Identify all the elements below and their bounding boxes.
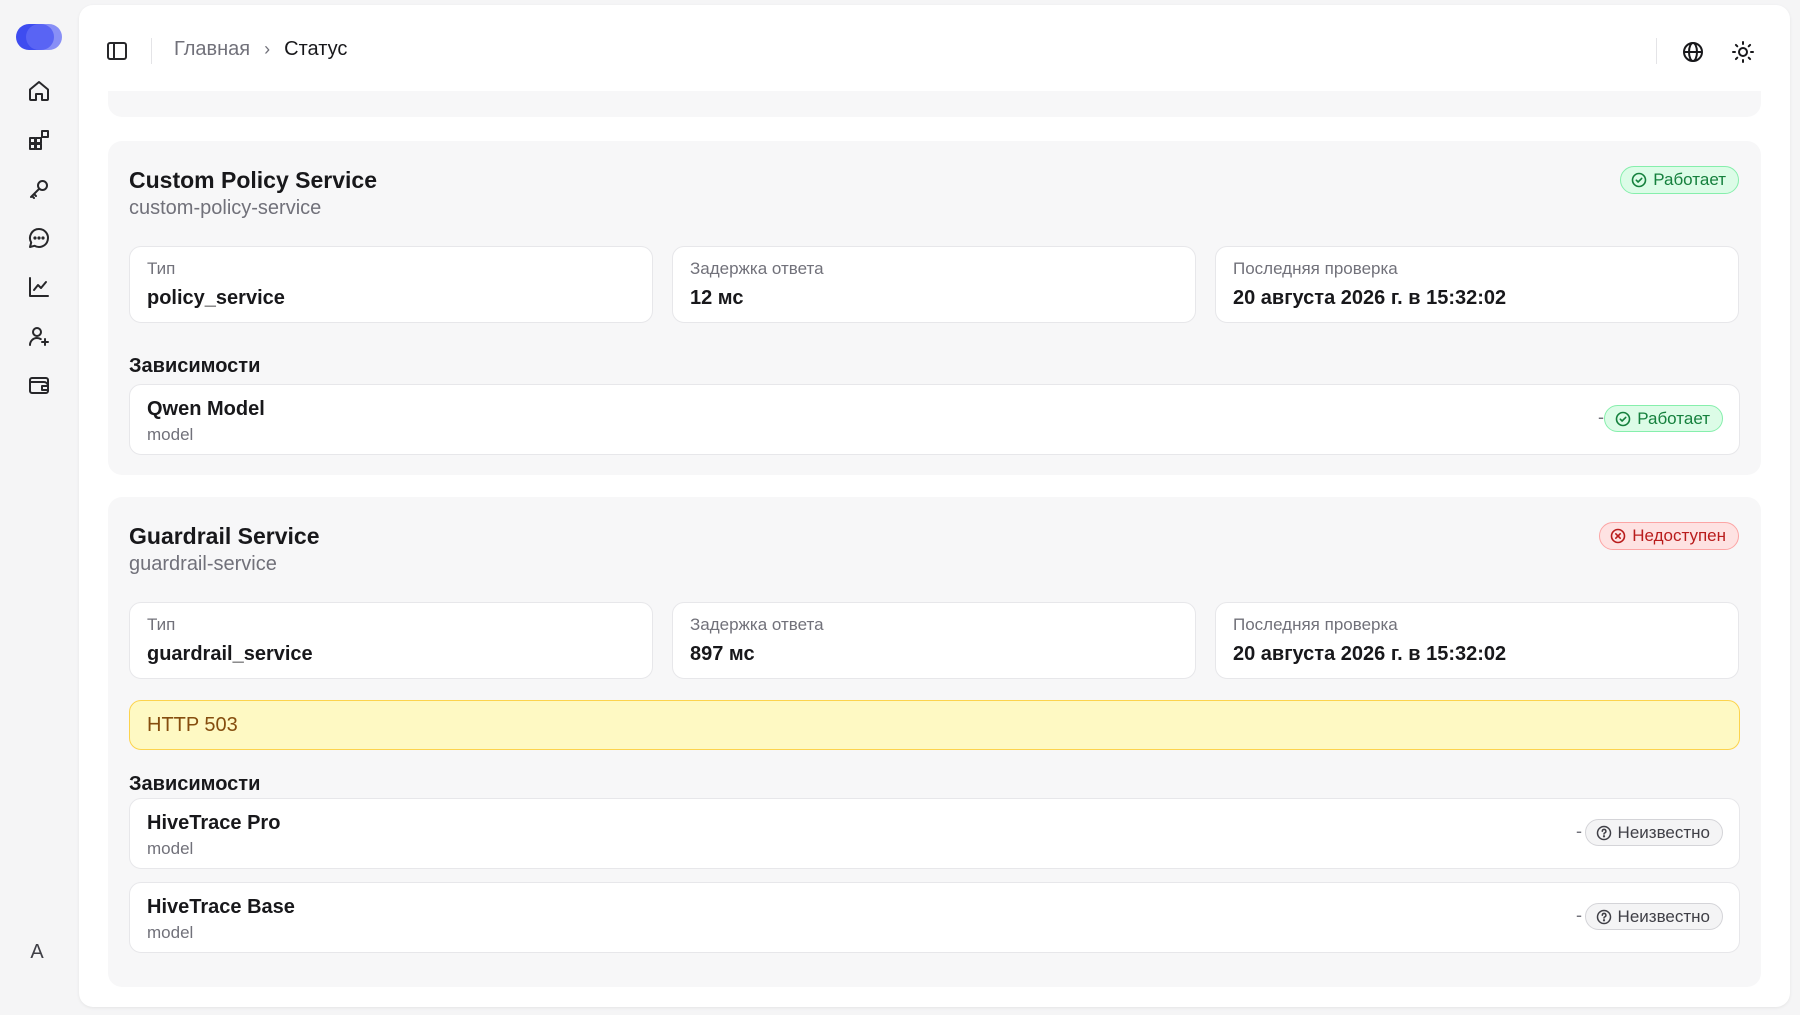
wallet-icon — [29, 377, 49, 394]
dependency-status-label: Работает — [1637, 408, 1710, 428]
service-slug: custom-policy-service — [129, 197, 322, 219]
breadcrumb-home-link[interactable]: Главная — [174, 38, 250, 61]
stat-last-check: Последняя проверка 20 августа 2026 г. в … — [1215, 602, 1739, 679]
dependency-name: HiveTrace Pro — [147, 812, 281, 834]
sidebar-item-home[interactable] — [19, 78, 59, 104]
sidebar-nav — [19, 78, 59, 398]
previous-card-bottom — [108, 91, 1761, 117]
dependency-name: Qwen Model — [147, 398, 265, 420]
status-badge-label: Недоступен — [1632, 526, 1726, 545]
stat-label: Тип — [147, 259, 176, 278]
dependency-row: HiveTrace Base model - Неизвестно — [129, 882, 1740, 953]
stat-value: policy_service — [147, 287, 285, 309]
globe-icon[interactable] — [1681, 40, 1705, 64]
dependency-kind: model — [147, 425, 194, 444]
stat-value: 20 августа 2026 г. в 15:32:02 — [1233, 643, 1507, 665]
help-circle-icon — [1596, 909, 1611, 924]
divider — [151, 38, 152, 64]
stat-value: 20 августа 2026 г. в 15:32:02 — [1233, 287, 1507, 309]
stat-label: Задержка ответа — [690, 615, 824, 634]
dependency-status-badge: Работает — [1604, 405, 1723, 432]
status-badge: Работает — [1620, 166, 1739, 194]
widgets-icon — [29, 130, 49, 150]
sidebar-item-keys[interactable] — [19, 176, 59, 202]
chart-icon — [29, 277, 49, 297]
error-alert: HTTP 503 — [129, 700, 1740, 750]
dependency-row: Qwen Model model - Работает — [129, 384, 1740, 455]
status-badge-label: Работает — [1653, 170, 1726, 189]
breadcrumb: Главная › Статус — [174, 38, 347, 61]
stat-type: Тип guardrail_service — [129, 602, 653, 679]
dependency-name: HiveTrace Base — [147, 896, 295, 918]
dependency-status-badge: Неизвестно — [1584, 903, 1723, 930]
stat-type: Тип policy_service — [129, 246, 653, 323]
stat-latency: Задержка ответа 12 мс — [672, 246, 1196, 323]
dependencies-heading: Зависимости — [129, 773, 261, 795]
sidebar-item-chat[interactable] — [19, 225, 59, 251]
check-circle-icon — [1631, 172, 1647, 188]
sidebar-item-users[interactable] — [19, 323, 59, 349]
dependency-status-label: Неизвестно — [1617, 822, 1710, 842]
stat-last-check: Последняя проверка 20 августа 2026 г. в … — [1215, 246, 1739, 323]
stat-latency: Задержка ответа 897 мс — [672, 602, 1196, 679]
stat-label: Последняя проверка — [1233, 615, 1398, 634]
stat-label: Задержка ответа — [690, 259, 824, 278]
stat-value: 897 мс — [690, 643, 755, 665]
stat-label: Последняя проверка — [1233, 259, 1398, 278]
stat-value: 12 мс — [690, 287, 744, 309]
sidebar-item-analytics[interactable] — [19, 274, 59, 300]
stat-value: guardrail_service — [147, 643, 313, 665]
app-logo[interactable] — [16, 22, 62, 52]
dependency-row: HiveTrace Pro model - Неизвестно — [129, 798, 1740, 869]
service-card: Guardrail Service guardrail-service Недо… — [108, 497, 1761, 987]
service-title: Custom Policy Service — [129, 167, 377, 193]
dependency-kind: model — [147, 839, 194, 858]
service-card: Custom Policy Service custom-policy-serv… — [108, 141, 1761, 475]
dependency-kind: model — [147, 923, 194, 942]
dependency-latency: - — [1598, 407, 1604, 427]
dependency-status-badge: Неизвестно — [1584, 819, 1723, 846]
main-panel: Главная › Статус Custom Policy Service c… — [79, 5, 1790, 1007]
sidebar-toggle-icon[interactable] — [105, 39, 129, 63]
user-avatar[interactable]: A — [20, 935, 54, 969]
divider — [1656, 38, 1657, 64]
sidebar: A — [0, 0, 78, 1015]
sidebar-item-billing[interactable] — [19, 372, 59, 398]
key-icon — [30, 180, 48, 199]
sidebar-item-widgets[interactable] — [19, 127, 59, 153]
chat-icon — [29, 228, 49, 248]
top-bar: Главная › Статус — [79, 5, 1790, 91]
help-circle-icon — [1596, 825, 1611, 840]
dependency-status-label: Неизвестно — [1617, 906, 1710, 926]
dependency-latency: - — [1576, 905, 1582, 925]
home-icon — [29, 81, 49, 101]
check-circle-icon — [1615, 411, 1631, 426]
breadcrumb-current: Статус — [284, 38, 348, 60]
service-slug: guardrail-service — [129, 553, 277, 575]
dependency-latency: - — [1576, 821, 1582, 841]
service-title: Guardrail Service — [129, 523, 320, 549]
chevron-right-icon: › — [264, 39, 271, 59]
x-circle-icon — [1610, 528, 1626, 544]
dependencies-heading: Зависимости — [129, 355, 261, 377]
error-message: HTTP 503 — [147, 714, 238, 736]
status-badge: Недоступен — [1599, 522, 1739, 550]
stat-label: Тип — [147, 615, 176, 634]
user-plus-icon — [29, 327, 49, 346]
sun-icon[interactable] — [1731, 40, 1755, 64]
